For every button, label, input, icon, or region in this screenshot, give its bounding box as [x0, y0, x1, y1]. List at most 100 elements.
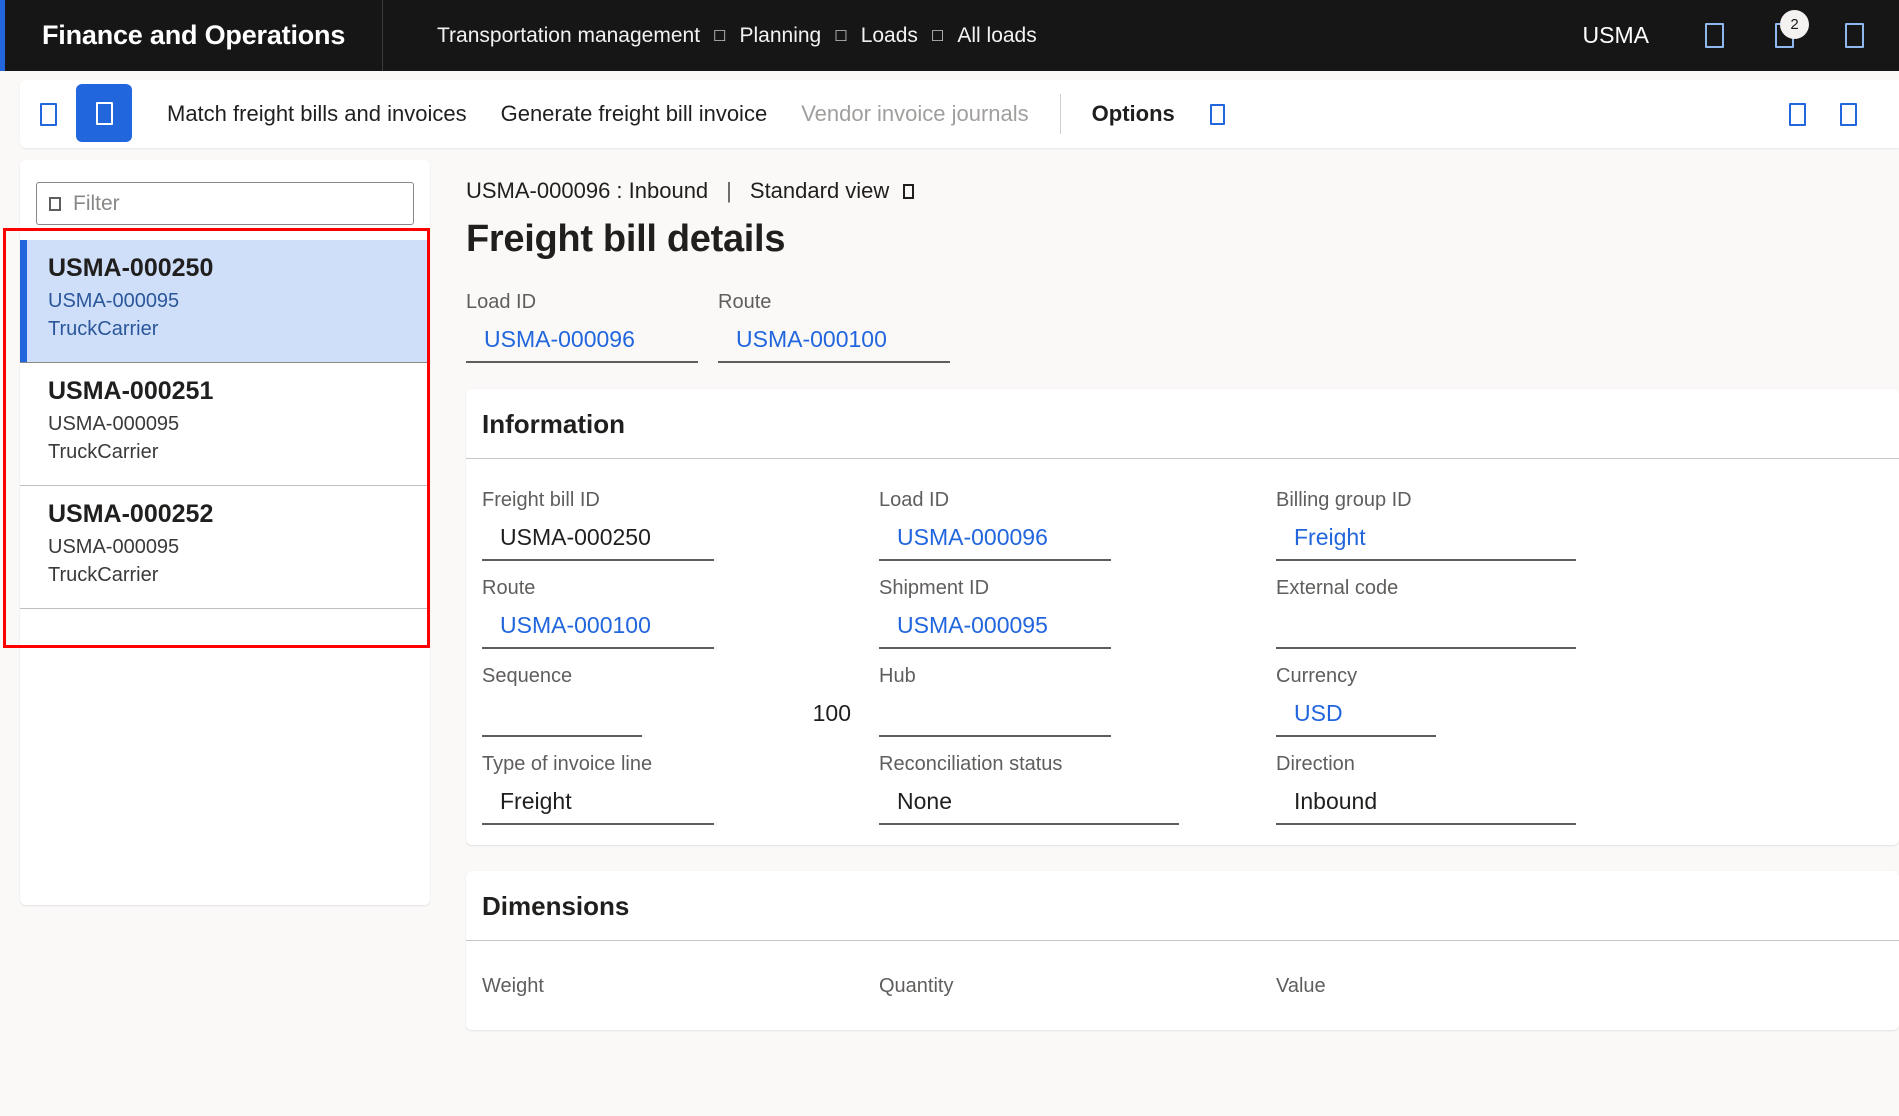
- field-label: Type of invoice line: [482, 753, 653, 775]
- field-value[interactable]: Freight: [1276, 524, 1673, 559]
- information-card-body: Freight bill ID USMA-000250 Load ID USMA…: [466, 459, 1899, 845]
- filter-input-container[interactable]: Filter: [36, 182, 414, 225]
- record-list-panel: Filter USMA-000250 USMA-000095 TruckCarr…: [20, 160, 430, 905]
- breadcrumb-item-all-loads[interactable]: All loads: [957, 24, 1036, 48]
- action-pane-divider: [1059, 94, 1061, 134]
- match-freight-bills-and-invoices-button[interactable]: Match freight bills and invoices: [150, 80, 484, 148]
- field-value-amount[interactable]: Value: [1276, 975, 1673, 1010]
- field-value[interactable]: USMA-000100: [482, 612, 879, 647]
- chevron-down-icon[interactable]: [1209, 103, 1225, 125]
- field-value[interactable]: USMA-000095: [879, 612, 1276, 647]
- field-value[interactable]: USMA-000096: [879, 524, 1276, 559]
- field-sequence[interactable]: Sequence 100: [482, 665, 879, 737]
- generate-freight-bill-invoice-button[interactable]: Generate freight bill invoice: [484, 80, 785, 148]
- field-underline: [482, 823, 714, 825]
- record-list: USMA-000250 USMA-000095 TruckCarrier USM…: [20, 240, 430, 609]
- top-navigation-bar: Finance and Operations Transportation ma…: [0, 0, 1899, 71]
- attachment-icon[interactable]: [1840, 102, 1857, 126]
- hamburger-icon[interactable]: [76, 84, 132, 142]
- gear-icon[interactable]: [1679, 0, 1749, 71]
- record-breadcrumb-title: USMA-000096 : Inbound: [466, 178, 709, 203]
- field-freight-bill-id[interactable]: Freight bill ID USMA-000250: [482, 489, 879, 561]
- field-value[interactable]: USMA-000100: [718, 326, 970, 361]
- field-value[interactable]: USMA-000096: [466, 326, 718, 361]
- list-item-title: USMA-000250: [48, 254, 214, 282]
- list-item-subtitle-carrier: TruckCarrier: [48, 564, 159, 586]
- bell-icon[interactable]: 2: [1749, 0, 1819, 71]
- dimensions-card-header: Dimensions: [466, 871, 1899, 941]
- field-value[interactable]: None: [879, 788, 1276, 823]
- field-underline: [879, 559, 1111, 561]
- field-value[interactable]: [1276, 612, 1673, 647]
- field-value[interactable]: [879, 700, 1276, 735]
- header-field-route[interactable]: Route USMA-000100: [718, 291, 970, 363]
- information-card: Information Freight bill ID USMA-000250 …: [466, 389, 1899, 845]
- field-shipment-id[interactable]: Shipment ID USMA-000095: [879, 577, 1276, 649]
- brand-accent-stripe: [0, 0, 5, 71]
- record-breadcrumb-separator: |: [726, 178, 732, 203]
- breadcrumb-item-transportation-management[interactable]: Transportation management: [437, 24, 700, 48]
- field-underline: [482, 559, 714, 561]
- field-load-id[interactable]: Load ID USMA-000096: [879, 489, 1276, 561]
- field-underline: [1276, 823, 1576, 825]
- field-value[interactable]: Freight: [482, 788, 879, 823]
- app-brand[interactable]: Finance and Operations: [0, 0, 383, 71]
- field-underline: [879, 823, 1179, 825]
- field-value[interactable]: USMA-000250: [482, 524, 879, 559]
- list-item[interactable]: USMA-000250 USMA-000095 TruckCarrier: [20, 240, 430, 363]
- field-value[interactable]: Inbound: [1276, 788, 1673, 823]
- options-button[interactable]: Options: [1075, 80, 1192, 148]
- list-item-subtitle-shipment: USMA-000095: [48, 413, 180, 435]
- field-label: Sequence: [482, 665, 573, 687]
- field-billing-group-id[interactable]: Billing group ID Freight: [1276, 489, 1673, 561]
- save-icon[interactable]: [20, 80, 76, 148]
- breadcrumb-item-planning[interactable]: Planning: [740, 24, 822, 48]
- field-label: Load ID: [466, 291, 537, 313]
- list-item-subtitle-carrier: TruckCarrier: [48, 441, 159, 463]
- dimensions-card-body: Weight Quantity Value: [466, 941, 1899, 1030]
- field-currency[interactable]: Currency USD: [1276, 665, 1673, 737]
- chevron-right-icon: ☐: [713, 27, 727, 45]
- field-underline: [1276, 647, 1576, 649]
- list-item-subtitle-shipment: USMA-000095: [48, 290, 180, 312]
- form-row: Freight bill ID USMA-000250 Load ID USMA…: [482, 489, 1899, 561]
- field-label: Currency: [1276, 665, 1358, 687]
- filter-icon: [49, 196, 61, 211]
- field-weight[interactable]: Weight: [482, 975, 879, 1010]
- view-selector-label[interactable]: Standard view: [750, 178, 889, 204]
- chevron-down-icon[interactable]: [903, 183, 915, 199]
- field-type-of-invoice-line[interactable]: Type of invoice line Freight: [482, 753, 879, 825]
- field-external-code[interactable]: External code: [1276, 577, 1673, 649]
- field-label: Load ID: [879, 489, 950, 511]
- record-breadcrumb: USMA-000096 : Inbound | Standard view: [448, 160, 1899, 204]
- field-underline: [482, 647, 714, 649]
- field-label: Weight: [482, 975, 544, 997]
- field-underline: [1276, 559, 1576, 561]
- form-row: Route USMA-000100 Shipment ID USMA-00009…: [482, 577, 1899, 649]
- field-underline: [466, 361, 698, 363]
- field-underline: [1276, 735, 1436, 737]
- field-route[interactable]: Route USMA-000100: [482, 577, 879, 649]
- field-underline: [482, 735, 642, 737]
- help-icon[interactable]: [1819, 0, 1889, 71]
- header-field-load-id[interactable]: Load ID USMA-000096: [466, 291, 718, 363]
- action-pane-right-group: [1789, 102, 1899, 126]
- list-item[interactable]: USMA-000251 USMA-000095 TruckCarrier: [20, 363, 430, 486]
- field-label: Freight bill ID: [482, 489, 600, 511]
- company-label[interactable]: USMA: [1553, 22, 1679, 49]
- field-hub[interactable]: Hub: [879, 665, 1276, 737]
- field-underline: [879, 735, 1111, 737]
- breadcrumb-item-loads[interactable]: Loads: [861, 24, 918, 48]
- field-value[interactable]: 100: [482, 700, 879, 735]
- share-icon[interactable]: [1789, 102, 1806, 126]
- field-label: Hub: [879, 665, 916, 687]
- field-quantity[interactable]: Quantity: [879, 975, 1276, 1010]
- field-direction[interactable]: Direction Inbound: [1276, 753, 1673, 825]
- field-value[interactable]: USD: [1276, 700, 1673, 735]
- list-item-title: USMA-000252: [48, 500, 214, 528]
- breadcrumb: Transportation management ☐ Planning ☐ L…: [383, 24, 1037, 48]
- field-label: Quantity: [879, 975, 954, 997]
- list-item[interactable]: USMA-000252 USMA-000095 TruckCarrier: [20, 486, 430, 609]
- field-reconciliation-status[interactable]: Reconciliation status None: [879, 753, 1276, 825]
- page-title: Freight bill details: [466, 218, 786, 260]
